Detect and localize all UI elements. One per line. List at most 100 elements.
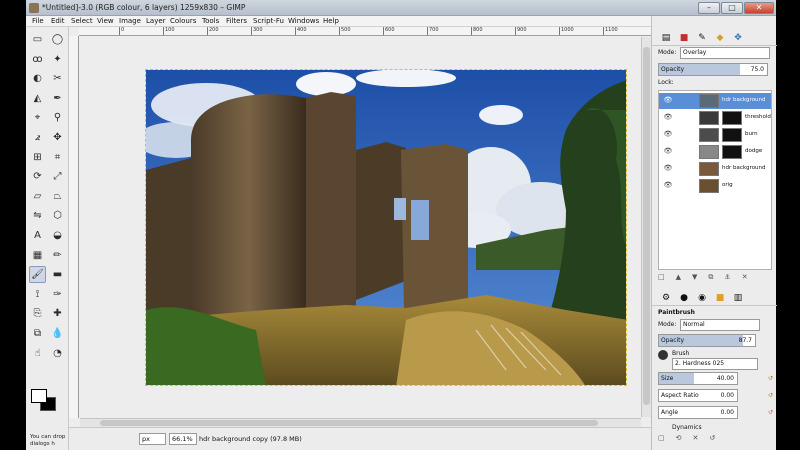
horizontal-scrollbar[interactable] — [80, 418, 641, 427]
layer-row[interactable]: 👁 hdr background — [659, 161, 771, 177]
unit-select[interactable]: px — [139, 433, 166, 445]
delete-layer-icon[interactable]: ✕ — [742, 273, 748, 285]
horizontal-scroll-thumb[interactable] — [100, 420, 598, 426]
gradients-tab-icon[interactable]: ■ — [712, 291, 728, 305]
move-icon[interactable]: ✥ — [49, 129, 66, 146]
paintbrush-icon[interactable]: 🖌 — [29, 266, 46, 284]
brush-size-slider[interactable]: Size 40.00 — [658, 372, 738, 385]
menu-tools[interactable]: Tools — [202, 17, 219, 25]
heal-icon[interactable]: ✚ — [49, 305, 66, 322]
scale-icon[interactable]: ⤢ — [49, 168, 66, 185]
visibility-eye-icon[interactable]: 👁 — [663, 164, 673, 174]
menu-file[interactable]: File — [32, 17, 44, 25]
menu-edit[interactable]: Edit — [51, 17, 65, 25]
menu-help[interactable]: Help — [323, 17, 339, 25]
perspective-icon[interactable]: ⏢ — [49, 188, 66, 205]
raise-layer-icon[interactable]: ▲ — [676, 273, 681, 285]
rotate-icon[interactable]: ⟳ — [29, 168, 46, 185]
reset-size-icon[interactable]: ↺ — [768, 375, 776, 383]
paint-mode-select[interactable]: Normal — [680, 319, 760, 331]
picker-icon[interactable]: ⌖ — [29, 109, 46, 126]
perspective-clone-icon[interactable]: ⧉ — [29, 325, 46, 342]
align-icon[interactable]: ⊞ — [29, 149, 46, 166]
lower-layer-icon[interactable]: ▼ — [692, 273, 697, 285]
navigate-tab-icon[interactable]: ✥ — [730, 31, 746, 45]
patterns-tab-icon[interactable]: ◉ — [694, 291, 710, 305]
menu-filters[interactable]: Filters — [226, 17, 247, 25]
brushes-tab-icon[interactable]: ● — [676, 291, 692, 305]
ellipse-select-icon[interactable]: ◯ — [49, 31, 66, 48]
maximize-button[interactable]: □ — [721, 2, 743, 14]
scissors-icon[interactable]: ✂ — [49, 70, 66, 87]
visibility-eye-icon[interactable]: 👁 — [663, 181, 673, 191]
aspect-ratio-slider[interactable]: Aspect Ratio 0.00 — [658, 389, 738, 402]
dodge-icon[interactable]: ◔ — [49, 345, 66, 362]
new-layer-icon[interactable]: □ — [658, 273, 665, 285]
brush-select[interactable]: 2. Hardness 025 — [672, 358, 758, 370]
menu-layer[interactable]: Layer — [146, 17, 166, 25]
duplicate-layer-icon[interactable]: ⧉ — [708, 273, 713, 285]
angle-slider[interactable]: Angle 0.00 — [658, 406, 738, 419]
menu-select[interactable]: Select — [71, 17, 93, 25]
crop-icon[interactable]: ⌗ — [49, 149, 66, 166]
vertical-scrollbar[interactable] — [641, 37, 651, 417]
layer-row[interactable]: 👁 hdr background — [659, 93, 771, 109]
paint-opacity-slider[interactable]: Opacity 87.7 — [658, 334, 756, 347]
tool-options-tab-icon[interactable]: ⚙ — [658, 291, 674, 305]
eraser-icon[interactable]: ▬ — [49, 266, 66, 283]
vertical-ruler[interactable] — [69, 36, 79, 418]
cage-icon[interactable]: ⬡ — [49, 207, 66, 224]
close-button[interactable]: ✕ — [744, 2, 774, 14]
menu-view[interactable]: View — [97, 17, 114, 25]
reset-aspect-icon[interactable]: ↺ — [768, 392, 776, 400]
airbrush-icon[interactable]: ⟟ — [29, 286, 46, 303]
reset-angle-icon[interactable]: ↺ — [768, 409, 776, 417]
paths-icon[interactable]: ✒ — [49, 90, 66, 107]
smudge-icon[interactable]: ☝ — [29, 345, 46, 362]
foreground-select-icon[interactable]: ◭ — [29, 90, 46, 107]
layers-tab-icon[interactable]: ▤ — [658, 31, 674, 45]
menu-script-fu[interactable]: Script-Fu — [253, 17, 284, 25]
anchor-layer-icon[interactable]: ⚓ — [724, 273, 730, 285]
blend-icon[interactable]: ▦ — [29, 247, 46, 264]
lasso-icon[interactable]: ꝏ — [29, 51, 46, 68]
layer-row[interactable]: 👁 orig — [659, 178, 771, 194]
visibility-eye-icon[interactable]: 👁 — [663, 96, 673, 106]
save-options-icon[interactable]: ▢ — [658, 434, 665, 446]
channels-tab-icon[interactable]: ■ — [676, 31, 692, 45]
measure-icon[interactable]: ⦨ — [29, 129, 46, 146]
bucket-icon[interactable]: ◒ — [49, 227, 66, 244]
menu-windows[interactable]: Windows — [288, 17, 319, 25]
delete-options-icon[interactable]: ✕ — [693, 434, 699, 446]
brush-preview-icon[interactable] — [658, 350, 668, 360]
vertical-scroll-thumb[interactable] — [643, 47, 650, 405]
blur-icon[interactable]: 💧 — [49, 325, 66, 342]
layer-row[interactable]: 👁 burn — [659, 127, 771, 143]
visibility-eye-icon[interactable]: 👁 — [663, 147, 673, 157]
visibility-eye-icon[interactable]: 👁 — [663, 130, 673, 140]
zoom-icon[interactable]: ⚲ — [49, 109, 66, 126]
ink-icon[interactable]: ✑ — [49, 286, 66, 303]
layer-row[interactable]: 👁 dodge — [659, 144, 771, 160]
flip-icon[interactable]: ⇋ — [29, 207, 46, 224]
rect-select-icon[interactable]: ▭ — [29, 31, 46, 48]
shear-icon[interactable]: ▱ — [29, 188, 46, 205]
restore-options-icon[interactable]: ⟲ — [676, 434, 682, 446]
pencil-icon[interactable]: ✏ — [49, 247, 66, 264]
layer-row[interactable]: 👁 threshold — [659, 110, 771, 126]
fonts-tab-icon[interactable]: ▥ — [730, 291, 746, 305]
menu-image[interactable]: Image — [119, 17, 141, 25]
visibility-eye-icon[interactable]: 👁 — [663, 113, 673, 123]
zoom-select[interactable]: 66.1% — [169, 433, 197, 445]
layer-mode-select[interactable]: Overlay — [680, 47, 770, 59]
foreground-color-swatch[interactable] — [31, 389, 47, 403]
menu-colours[interactable]: Colours — [170, 17, 196, 25]
wand-icon[interactable]: ✦ — [49, 51, 66, 68]
text-icon[interactable]: A — [29, 227, 46, 244]
paths-tab-icon[interactable]: ✎ — [694, 31, 710, 45]
color-select-icon[interactable]: ◐ — [29, 70, 46, 87]
reset-options-icon[interactable]: ↺ — [709, 434, 715, 446]
clone-icon[interactable]: ⎘ — [29, 305, 46, 322]
undo-tab-icon[interactable]: ◆ — [712, 31, 728, 45]
layer-opacity-slider[interactable]: Opacity 75.0 — [658, 63, 768, 76]
